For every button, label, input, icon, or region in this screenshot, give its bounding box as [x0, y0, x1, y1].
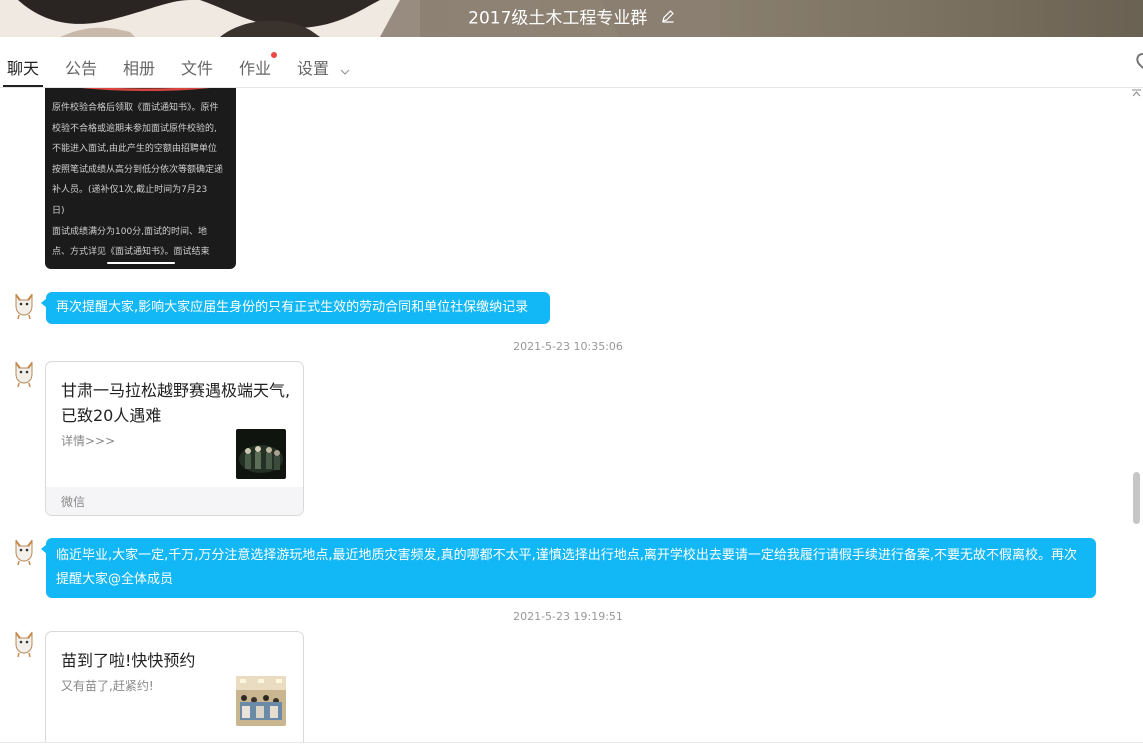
card-title: 甘肃一马拉松越野赛遇极端天气,已致20人遇难 — [61, 381, 291, 425]
card-source: 微信 — [61, 495, 86, 509]
tab-album[interactable]: 相册 — [123, 55, 155, 79]
image-line: 按照笔试成绩从高分到低分依次等额确定递 — [52, 164, 224, 175]
tab-files[interactable]: 文件 — [181, 55, 213, 79]
tab-announcement[interactable]: 公告 — [65, 55, 97, 79]
card-thumbnail — [236, 429, 286, 479]
tab-homework[interactable]: 作业 — [239, 52, 278, 79]
chat-area: 原件校验合格后领取《面试通知书》。原件 校验不合格或逾期未参加面试原件校验的, … — [0, 88, 1143, 747]
image-scroll-indicator — [107, 262, 175, 264]
image-text: 原件校验合格后领取《面试通知书》。原件 校验不合格或逾期未参加面试原件校验的, … — [52, 98, 234, 263]
link-card[interactable]: 苗到了啦!快快预约 又有苗了,赶紧约! — [45, 631, 304, 747]
chevron-down-icon — [340, 60, 350, 79]
message-bubble[interactable]: 再次提醒大家,影响大家应届生身份的只有正式生效的劳动合同和单位社保缴纳记录 — [41, 292, 550, 324]
image-line: 补人员。(递补仅1次,截止时间为7月23 — [52, 185, 208, 196]
unread-dot — [271, 52, 278, 58]
tab-settings[interactable]: 设置 — [297, 55, 350, 79]
card-description: 又有苗了,赶紧约! — [61, 679, 154, 693]
tab-chat[interactable]: 聊天 — [2, 55, 44, 87]
image-line: 日) — [52, 205, 65, 216]
timestamp: 2021-5-23 19:19:51 — [513, 610, 623, 623]
tab-homework-label: 作业 — [239, 59, 272, 78]
tab-settings-label: 设置 — [297, 59, 330, 78]
card-thumbnail — [236, 676, 286, 726]
image-line: 不能进入面试,由此产生的空额由招聘单位 — [52, 144, 217, 155]
side-panel-icon[interactable] — [1135, 52, 1143, 70]
message-bubble[interactable]: 临近毕业,大家一定,千万,万分注意选择游玩地点,最近地质灾害频发,真的哪都不太平… — [41, 538, 1096, 598]
card-footer: 微信 — [46, 487, 303, 515]
chat-scrollbar[interactable] — [1130, 88, 1143, 743]
tab-album-label: 相册 — [123, 59, 156, 78]
avatar-cat-icon[interactable] — [10, 534, 38, 566]
tab-files-label: 文件 — [181, 59, 214, 78]
timestamp: 2021-5-23 10:35:06 — [513, 340, 623, 353]
avatar-cat-icon[interactable] — [10, 356, 38, 388]
tab-announcement-label: 公告 — [65, 59, 98, 78]
message-text: 临近毕业,大家一定,千万,万分注意选择游玩地点,最近地质灾害频发,真的哪都不太平… — [56, 548, 1078, 587]
highlight-stroke — [81, 88, 210, 91]
link-card[interactable]: 甘肃一马拉松越野赛遇极端天气,已致20人遇难 详情>>> 微信 — [45, 361, 304, 516]
tab-chat-label: 聊天 — [7, 59, 40, 78]
image-line: 点、方式详见《面试通知书》。面试结束 — [52, 247, 210, 258]
title-bar: 2017级土木工程专业群 — [0, 0, 1143, 37]
card-description: 详情>>> — [61, 434, 116, 448]
image-message[interactable]: 原件校验合格后领取《面试通知书》。原件 校验不合格或逾期未参加面试原件校验的, … — [45, 88, 236, 269]
group-name: 2017级土木工程专业群 — [468, 8, 648, 29]
avatar-cat-icon[interactable] — [10, 626, 38, 658]
window-title: 2017级土木工程专业群 — [0, 0, 1143, 37]
image-line: 校验不合格或逾期未参加面试原件校验的, — [52, 123, 217, 134]
scroll-up-icon[interactable] — [1131, 88, 1142, 98]
scroll-thumb[interactable] — [1133, 472, 1140, 524]
edit-icon[interactable] — [661, 0, 675, 37]
image-line: 面试成绩满分为100分,面试的时间、地 — [52, 226, 208, 237]
tab-bar: 聊天 公告 相册 文件 作业 设置 — [0, 37, 1143, 88]
card-title: 苗到了啦!快快预约 — [61, 651, 196, 670]
message-text: 再次提醒大家,影响大家应届生身份的只有正式生效的劳动合同和单位社保缴纳记录 — [56, 300, 529, 315]
image-line: 原件校验合格后领取《面试通知书》。原件 — [52, 103, 219, 113]
input-divider — [0, 742, 1143, 748]
avatar-cat-icon[interactable] — [10, 288, 38, 320]
